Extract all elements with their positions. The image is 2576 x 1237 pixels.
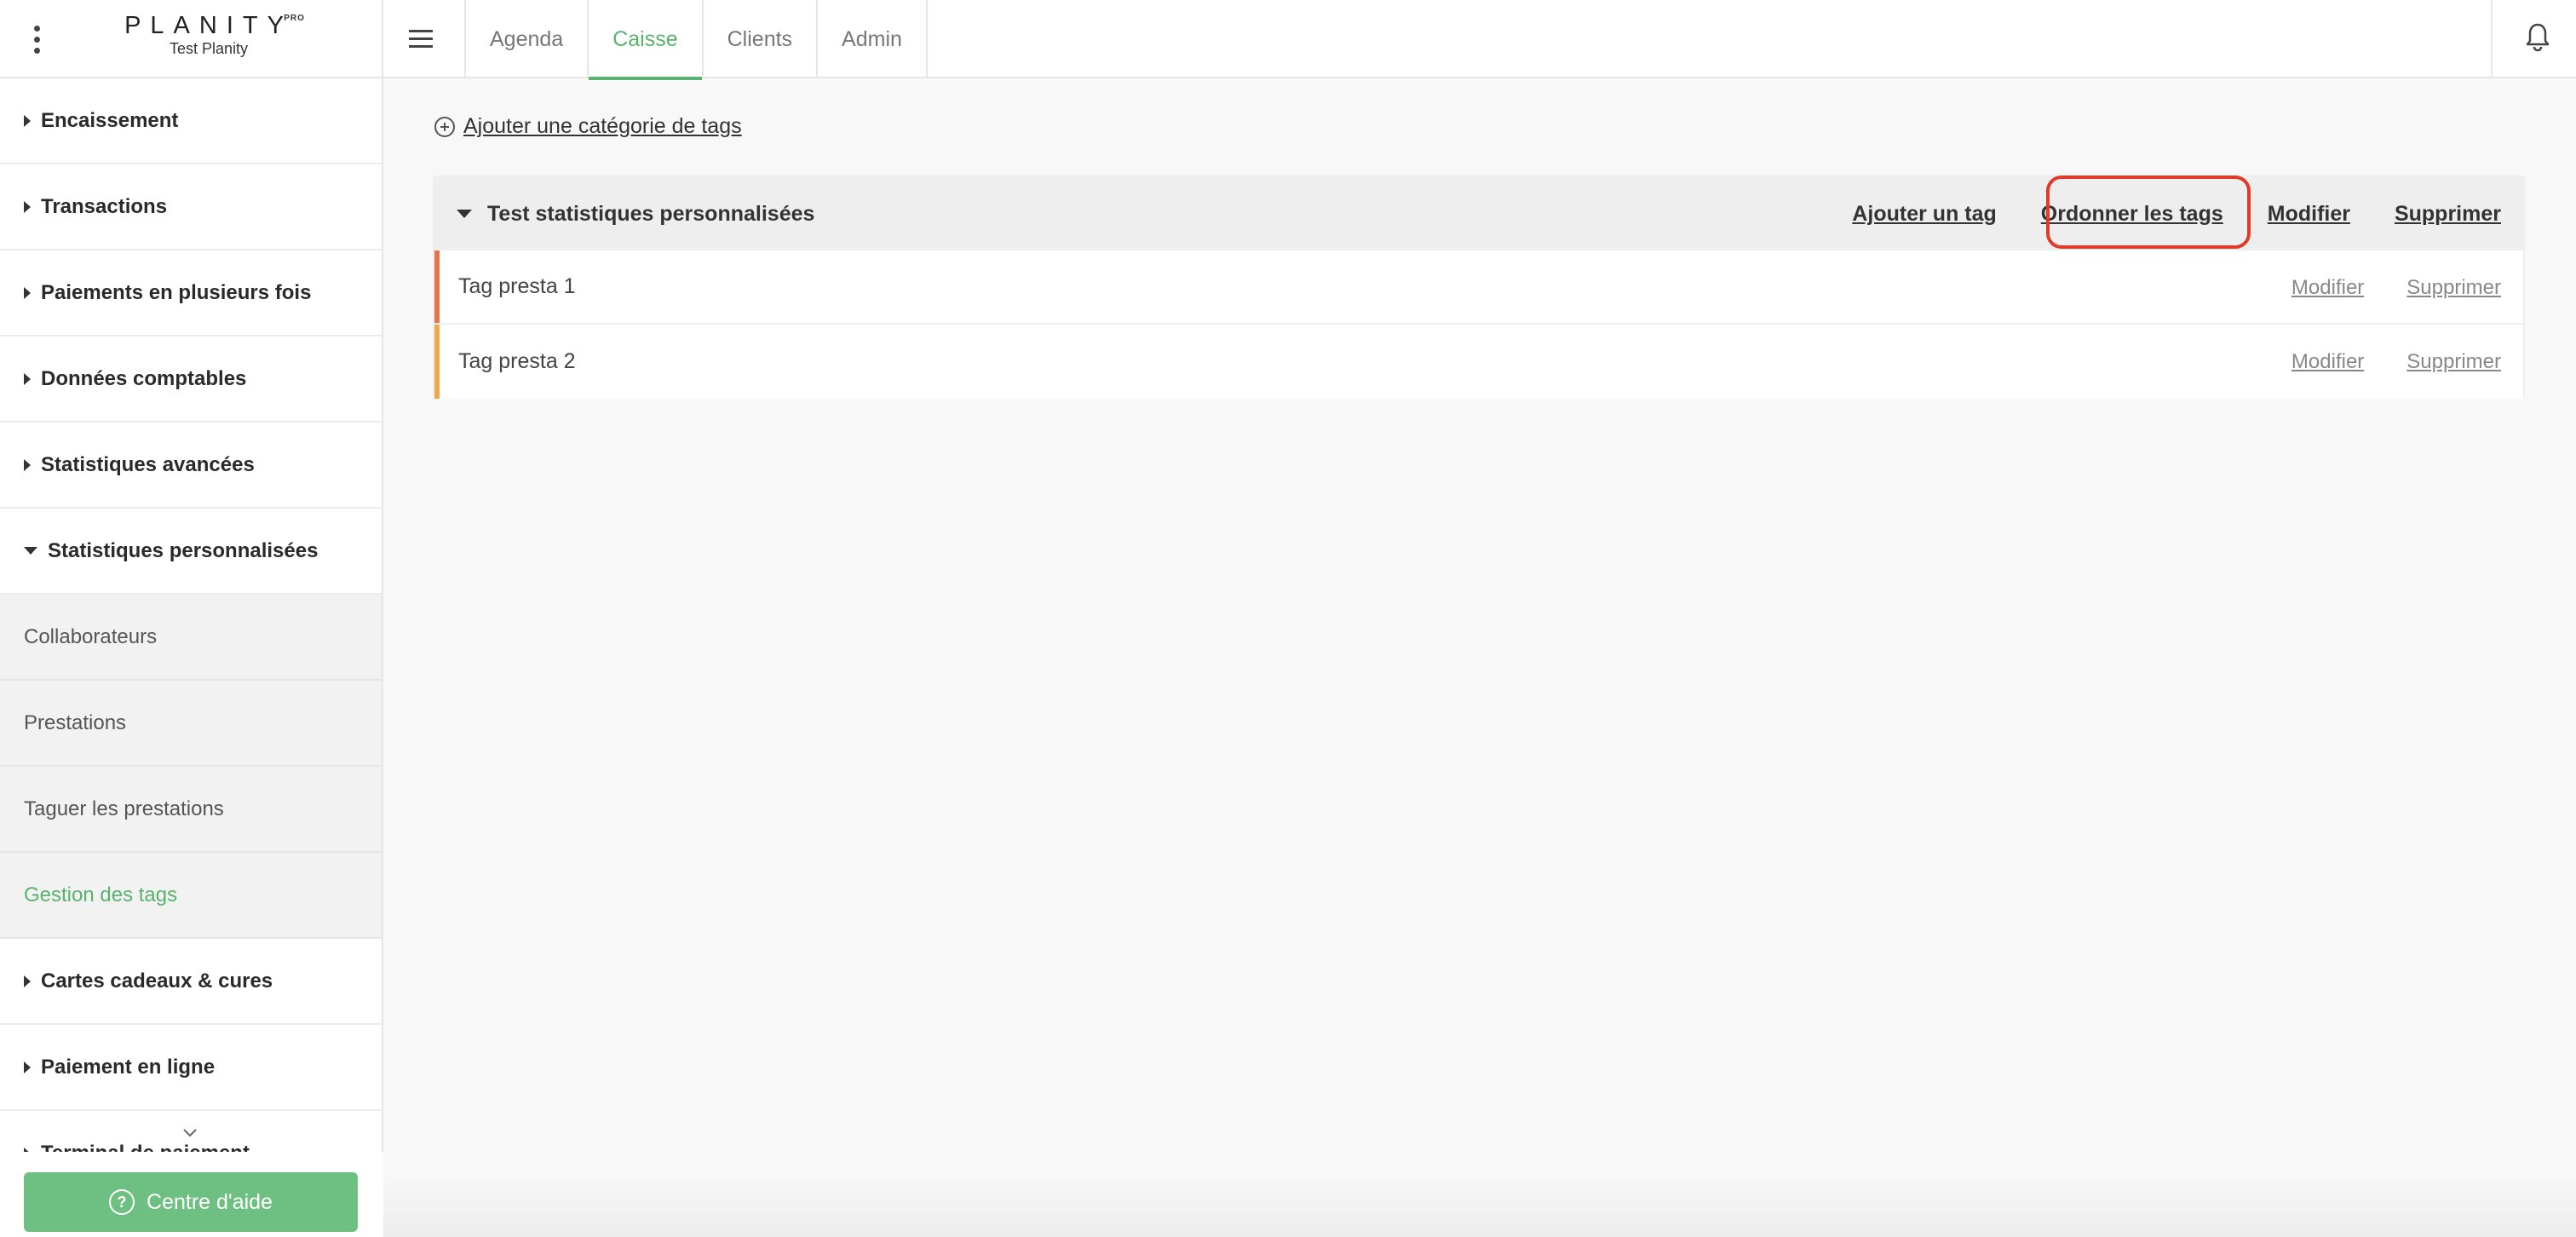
- sidebar-item-label: Statistiques personnalisées: [48, 538, 319, 562]
- help-center-button[interactable]: ? Centre d'aide: [24, 1172, 358, 1232]
- sidebar-item-label: Encaissement: [41, 108, 179, 132]
- sidebar-item-paiements-plusieurs-fois[interactable]: Paiements en plusieurs fois: [0, 250, 382, 337]
- plus-circle-icon: [434, 116, 455, 137]
- sidebar-item-paiement-en-ligne[interactable]: Paiement en ligne: [0, 1025, 382, 1111]
- caret-right-icon: [24, 286, 31, 299]
- delete-tag-link[interactable]: Supprimer: [2406, 350, 2501, 374]
- scroll-down-chevron-icon[interactable]: [182, 1128, 198, 1138]
- caret-down-icon[interactable]: [457, 210, 472, 218]
- sidebar-subitem-collaborateurs[interactable]: Collaborateurs: [0, 595, 382, 681]
- tag-category-title: Test statistiques personnalisées: [487, 201, 815, 226]
- sidebar-item-label: Statistiques avancées: [41, 452, 255, 476]
- caret-right-icon: [24, 458, 31, 471]
- sidebar-subitem-taguer-prestations[interactable]: Taguer les prestations: [0, 767, 382, 853]
- caret-down-icon: [24, 547, 37, 555]
- sidebar-item-encaissement[interactable]: Encaissement: [0, 78, 382, 164]
- sidebar-item-label: Paiements en plusieurs fois: [41, 280, 312, 304]
- delete-category-link[interactable]: Supprimer: [2395, 202, 2501, 227]
- top-bar: PLANITY PRO Test Planity Agenda Caisse Cl…: [0, 0, 2576, 80]
- sidebar-subitem-prestations[interactable]: Prestations: [0, 681, 382, 767]
- caret-right-icon: [24, 1061, 31, 1073]
- tab-admin[interactable]: Admin: [816, 0, 928, 78]
- sidebar-item-cartes-cadeaux[interactable]: Cartes cadeaux & cures: [0, 939, 382, 1025]
- notification-bell-icon[interactable]: [2525, 22, 2550, 53]
- bottom-fade: [383, 1176, 2576, 1237]
- order-tags-highlight: [2046, 175, 2251, 249]
- divider: [382, 0, 383, 78]
- add-tag-link[interactable]: Ajouter un tag: [1852, 202, 1996, 227]
- sidebar-item-label: Données comptables: [41, 366, 247, 390]
- sidebar-item-statistiques-avancees[interactable]: Statistiques avancées: [0, 423, 382, 509]
- sidebar-item-label: Paiement en ligne: [41, 1055, 216, 1079]
- delete-tag-link[interactable]: Supprimer: [2406, 276, 2501, 300]
- sidebar-item-donnees-comptables[interactable]: Données comptables: [0, 337, 382, 423]
- add-tag-category-link[interactable]: Ajouter une catégorie de tags: [434, 114, 742, 139]
- help-area: ? Centre d'aide: [0, 1152, 383, 1237]
- sidebar-item-transactions[interactable]: Transactions: [0, 164, 382, 250]
- add-tag-category-label: Ajouter une catégorie de tags: [463, 114, 742, 138]
- edit-tag-link[interactable]: Modifier: [2291, 350, 2364, 374]
- help-center-label: Centre d'aide: [147, 1189, 273, 1214]
- tab-caisse[interactable]: Caisse: [587, 0, 703, 80]
- sidebar-item-statistiques-personnalisees[interactable]: Statistiques personnalisées: [0, 509, 382, 595]
- tag-color-stripe: [434, 250, 440, 323]
- question-circle-icon: ?: [109, 1189, 135, 1215]
- sidebar-subitem-gestion-tags[interactable]: Gestion des tags: [0, 853, 382, 939]
- caret-right-icon: [24, 372, 31, 385]
- sidebar-item-label: Transactions: [41, 194, 168, 218]
- tag-actions: Modifier Supprimer: [2291, 250, 2501, 325]
- logo[interactable]: PLANITY PRO Test Planity: [111, 12, 307, 58]
- divider: [2491, 0, 2493, 78]
- edit-category-link[interactable]: Modifier: [2268, 202, 2350, 227]
- tab-agenda[interactable]: Agenda: [464, 0, 587, 78]
- main-tabs: Agenda Caisse Clients Admin: [464, 0, 928, 80]
- tag-name: Tag presta 1: [458, 274, 576, 298]
- more-options-icon[interactable]: [24, 22, 49, 56]
- caret-right-icon: [24, 975, 31, 987]
- tag-name: Tag presta 2: [458, 349, 576, 373]
- caret-right-icon: [24, 114, 31, 127]
- tag-actions: Modifier Supprimer: [2291, 325, 2501, 399]
- tab-clients[interactable]: Clients: [701, 0, 816, 78]
- tag-row: Tag presta 1 Modifier Supprimer: [434, 250, 2523, 325]
- account-name: Test Planity: [169, 40, 249, 57]
- logo-text: PLANITY: [124, 12, 293, 39]
- tag-row: Tag presta 2 Modifier Supprimer: [434, 325, 2523, 399]
- edit-tag-link[interactable]: Modifier: [2291, 276, 2364, 300]
- tag-color-stripe: [434, 325, 440, 399]
- sidebar-item-label: Cartes cadeaux & cures: [41, 969, 273, 992]
- caret-right-icon: [24, 200, 31, 213]
- menu-icon[interactable]: [409, 26, 438, 51]
- sidebar: Encaissement Transactions Paiements en p…: [0, 78, 383, 1237]
- logo-badge: PRO: [284, 14, 305, 23]
